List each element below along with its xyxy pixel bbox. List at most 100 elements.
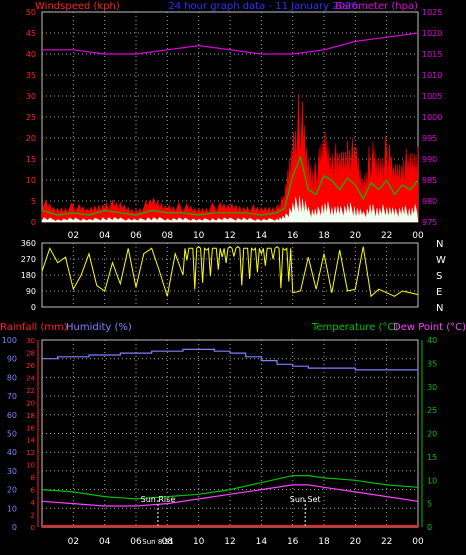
temperature-tick-label: 40 — [427, 336, 437, 345]
temperature-tick-label: 35 — [427, 359, 437, 368]
humidity-tick-label: 40 — [7, 448, 17, 457]
humidity-tick-label: 0 — [12, 523, 17, 532]
humidity-tick-label: 50 — [7, 430, 17, 439]
direction-tick-label: 90 — [26, 287, 36, 296]
temperature-tick-label: 0 — [427, 523, 432, 532]
wind-time-label: 14 — [256, 231, 268, 241]
sunrise-label: Sun Rise — [141, 495, 176, 504]
direction-tick-label: 360 — [21, 239, 36, 248]
direction-tick-label: 180 — [21, 271, 36, 280]
windspeed-tick-label: 25 — [26, 113, 36, 122]
temperature-tick-label: 10 — [427, 476, 437, 485]
temp-time-label: 00 — [412, 537, 424, 547]
rainfall-tick-label: 24 — [26, 374, 35, 382]
sunrise-time-label: Sun 8:51 — [142, 538, 173, 546]
temperature-tick-label: 5 — [427, 500, 432, 509]
humidity-tick-label: 10 — [7, 504, 17, 513]
temp-time-label: 10 — [193, 537, 205, 547]
windspeed-tick-label: 45 — [26, 29, 36, 38]
windspeed-tick-label: 0 — [31, 218, 36, 227]
barometer-tick-label: 1005 — [422, 92, 442, 101]
temp-time-label: 06 — [130, 537, 142, 547]
rainfall-tick-label: 6 — [31, 487, 36, 495]
windspeed-tick-label: 15 — [26, 155, 36, 164]
sunset-label: Sun Set — [290, 495, 321, 504]
temp-time-label: 16 — [287, 537, 299, 547]
wind-time-label: 22 — [381, 231, 392, 241]
wind-time-label: 06 — [130, 231, 142, 241]
wind-time-label: 16 — [287, 231, 299, 241]
barometer-tick-label: 985 — [422, 176, 437, 185]
temp-time-label: 18 — [318, 537, 330, 547]
windspeed-tick-label: 5 — [31, 197, 36, 206]
dewpoint-axis-title: Dew Point (°C) — [393, 322, 466, 333]
barometer-tick-label: 1010 — [422, 71, 442, 80]
windspeed-axis-title: Windspeed (kph) — [35, 1, 120, 12]
windspeed-tick-label: 35 — [26, 71, 36, 80]
graph-title: 24 hour graph data - 11 January 2026 — [168, 1, 357, 12]
barometer-tick-label: 1000 — [422, 113, 442, 122]
rainfall-tick-label: 10 — [26, 462, 35, 470]
windspeed-tick-label: 40 — [26, 50, 36, 59]
compass-label: N — [436, 303, 443, 314]
wind-time-label: 08 — [162, 231, 174, 241]
wind-time-label: 12 — [224, 231, 235, 241]
windspeed-tick-label: 20 — [26, 134, 36, 143]
compass-label: S — [436, 271, 442, 282]
temperature-tick-label: 15 — [427, 453, 437, 462]
barometer-tick-label: 1015 — [422, 50, 442, 59]
barometer-tick-label: 990 — [422, 155, 437, 164]
windspeed-tick-label: 50 — [26, 8, 36, 17]
humidity-tick-label: 70 — [7, 392, 17, 401]
weather-graph: Windspeed (kph) 24 hour graph data - 11 … — [0, 1, 466, 547]
barometer-tick-label: 995 — [422, 134, 437, 143]
temp-time-label: 22 — [381, 537, 392, 547]
rainfall-tick-label: 14 — [26, 437, 35, 445]
rainfall-tick-label: 26 — [26, 362, 35, 370]
humidity-tick-label: 20 — [7, 486, 17, 495]
rainfall-tick-label: 20 — [26, 399, 35, 407]
rainfall-tick-label: 8 — [31, 474, 35, 482]
compass-label: N — [436, 239, 443, 250]
temp-time-label: 20 — [350, 537, 362, 547]
windspeed-gust-area — [41, 93, 419, 223]
rainfall-tick-label: 28 — [26, 349, 35, 357]
direction-tick-label: 0 — [31, 303, 36, 312]
temp-time-label: 14 — [256, 537, 268, 547]
wind-time-label: 10 — [193, 231, 205, 241]
barometer-tick-label: 980 — [422, 197, 437, 206]
direction-tick-label: 270 — [21, 255, 36, 264]
wind-time-label: 20 — [350, 231, 362, 241]
wind-time-label: 00 — [412, 231, 424, 241]
humidity-tick-label: 30 — [7, 467, 17, 476]
rainfall-tick-label: 18 — [26, 412, 35, 420]
barometer-axis-title: Barometer (hpa) — [335, 1, 418, 12]
windspeed-tick-label: 10 — [26, 176, 36, 185]
rainfall-tick-label: 16 — [26, 424, 35, 432]
rainfall-tick-label: 30 — [26, 337, 35, 345]
windspeed-tick-label: 30 — [26, 92, 36, 101]
temperature-tick-label: 30 — [427, 383, 437, 392]
humidity-tick-label: 80 — [7, 373, 17, 382]
rainfall-tick-label: 4 — [31, 499, 36, 507]
compass-label: W — [436, 255, 446, 266]
temperature-tick-label: 20 — [427, 430, 437, 439]
barometer-tick-label: 1025 — [422, 8, 442, 17]
temperature-line — [41, 475, 419, 500]
compass-label: E — [436, 287, 442, 298]
wind-time-label: 02 — [68, 231, 79, 241]
rainfall-tick-label: 2 — [31, 512, 35, 520]
temp-time-label: 04 — [99, 537, 111, 547]
humidity-axis-title: Humidity (%) — [66, 322, 132, 333]
temp-time-label: 12 — [224, 537, 235, 547]
humidity-tick-label: 60 — [7, 411, 17, 420]
barometer-tick-label: 975 — [422, 218, 437, 227]
rainfall-tick-label: 22 — [26, 387, 35, 395]
temperature-tick-label: 25 — [427, 406, 437, 415]
temperature-axis-title: Temperature (°C) — [311, 322, 398, 333]
wind-time-label: 04 — [99, 231, 111, 241]
rainfall-axis-title: Rainfall (mm) — [0, 322, 68, 333]
humidity-tick-label: 100 — [2, 336, 17, 345]
rainfall-tick-label: 0 — [31, 524, 35, 532]
temp-time-label: 02 — [68, 537, 79, 547]
